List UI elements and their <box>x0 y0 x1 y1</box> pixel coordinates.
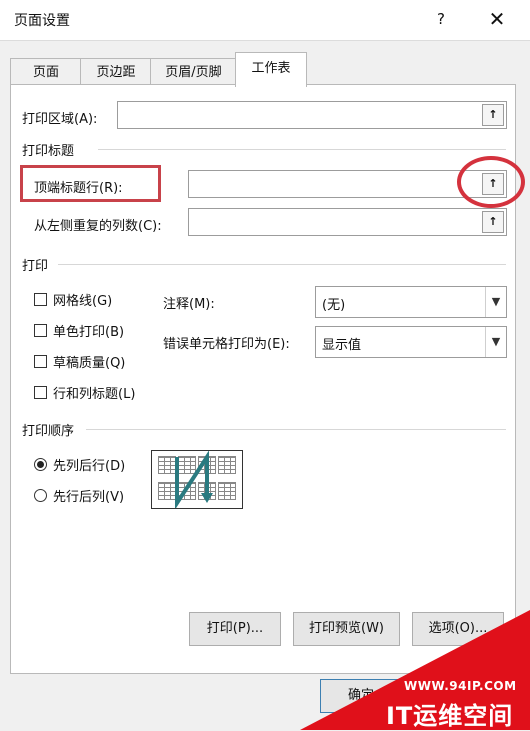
title-bar: 页面设置 ? ✕ <box>0 0 530 41</box>
left-cols-label: 从左侧重复的列数(C): <box>34 219 162 234</box>
highlight-circle <box>457 156 525 208</box>
close-button[interactable]: ✕ <box>484 6 510 32</box>
print-area-label: 打印区域(A): <box>22 112 98 127</box>
tab-page[interactable]: 页面 <box>10 58 82 86</box>
comments-select[interactable]: (无) ▼ <box>315 286 507 318</box>
dialog-title: 页面设置 <box>14 13 70 29</box>
chevron-down-icon[interactable]: ▼ <box>485 287 506 317</box>
over-then-down-radio[interactable]: 先行后列(V) <box>34 486 124 505</box>
page-order-arrow-icon <box>175 451 213 508</box>
watermark-name: IT运维空间 <box>386 702 514 730</box>
print-titles-section-label: 打印标题 <box>22 144 75 159</box>
errors-value: 显示值 <box>322 338 362 353</box>
errors-select[interactable]: 显示值 ▼ <box>315 326 507 358</box>
left-cols-collapse-icon[interactable]: ↑ <box>482 211 504 233</box>
print-titles-divider <box>98 149 506 150</box>
down-then-over-dot[interactable] <box>34 458 47 471</box>
page-order-section-label: 打印顺序 <box>22 424 75 439</box>
chevron-down-icon[interactable]: ▼ <box>485 327 506 357</box>
draft-quality-label: 草稿质量(Q) <box>53 356 126 371</box>
draft-quality-box[interactable] <box>34 355 47 368</box>
highlight-box <box>20 165 161 202</box>
print-button[interactable]: 打印(P)... <box>189 612 281 646</box>
tab-sheet[interactable]: 工作表 <box>235 52 307 87</box>
watermark-url: WWW.94IP.COM <box>404 679 517 693</box>
left-cols-input[interactable]: ↑ <box>188 208 507 236</box>
down-then-over-radio[interactable]: 先列后行(D) <box>34 455 125 474</box>
gridlines-box[interactable] <box>34 293 47 306</box>
comments-label: 注释(M): <box>163 297 215 312</box>
mono-print-label: 单色打印(B) <box>53 325 125 340</box>
comments-value: (无) <box>322 298 346 313</box>
mono-print-box[interactable] <box>34 324 47 337</box>
row-col-headings-label: 行和列标题(L) <box>53 387 136 402</box>
page-setup-dialog: 页面设置 ? ✕ 页面 页边距 页眉/页脚 工作表 打印区域(A): ↑ 打印标… <box>0 0 530 730</box>
gridlines-label: 网格线(G) <box>53 294 113 309</box>
errors-label: 错误单元格打印为(E): <box>163 337 290 352</box>
row-col-headings-checkbox[interactable]: 行和列标题(L) <box>34 383 135 402</box>
print-section-label: 打印 <box>22 259 49 274</box>
tab-margins[interactable]: 页边距 <box>80 58 152 86</box>
tab-header-footer[interactable]: 页眉/页脚 <box>150 58 237 86</box>
page-order-preview-image <box>151 450 243 509</box>
page-order-divider <box>86 429 506 430</box>
gridlines-checkbox[interactable]: 网格线(G) <box>34 290 112 309</box>
print-area-collapse-icon[interactable]: ↑ <box>482 104 504 126</box>
help-button[interactable]: ? <box>430 8 452 30</box>
print-divider <box>58 264 506 265</box>
over-then-down-dot[interactable] <box>34 489 47 502</box>
mono-print-checkbox[interactable]: 单色打印(B) <box>34 321 124 340</box>
draft-quality-checkbox[interactable]: 草稿质量(Q) <box>34 352 125 371</box>
over-then-down-label: 先行后列(V) <box>53 490 125 505</box>
print-area-input[interactable]: ↑ <box>117 101 507 129</box>
down-then-over-label: 先列后行(D) <box>53 459 126 474</box>
row-col-headings-box[interactable] <box>34 386 47 399</box>
